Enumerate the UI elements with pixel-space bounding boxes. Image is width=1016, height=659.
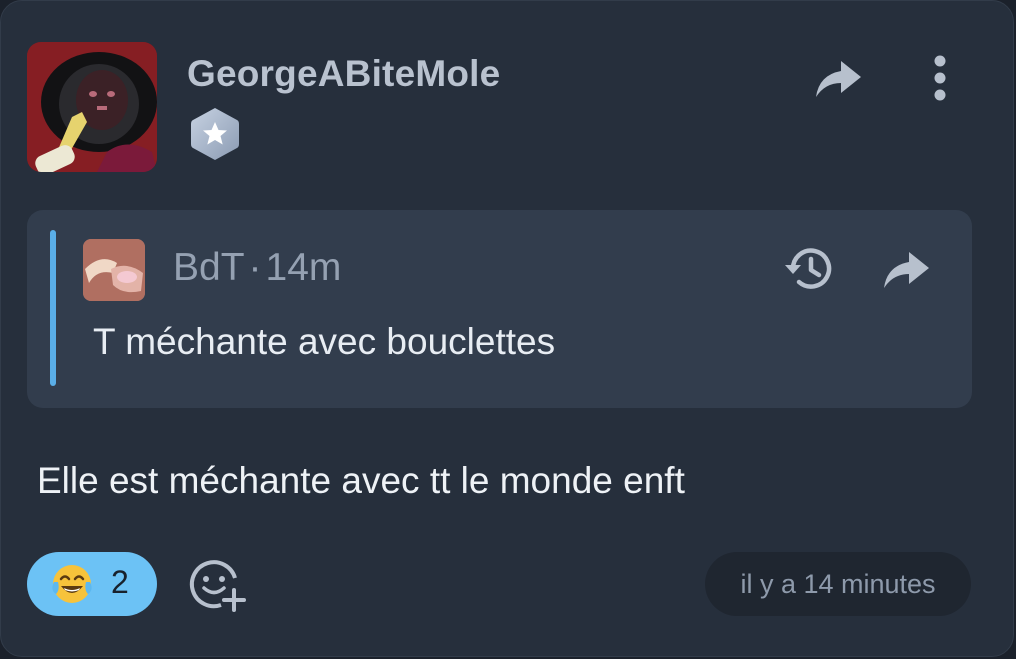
timestamp-pill: il y a 14 minutes [705, 552, 971, 616]
add-reaction-icon[interactable] [187, 554, 247, 614]
quote-separator: · [248, 246, 262, 289]
quote-meta: BdT · 14m [173, 246, 341, 290]
author-avatar[interactable] [27, 42, 157, 172]
quote-accent-bar [50, 230, 56, 386]
history-icon[interactable] [781, 243, 839, 295]
quote-author-avatar[interactable] [83, 239, 145, 301]
reaction-count: 2 [111, 564, 129, 600]
quoted-message[interactable]: BdT · 14m T méchante avec bouclettes [27, 210, 972, 408]
tears-of-joy-emoji-icon [50, 562, 94, 606]
message-text: Elle est méchante avec tt le monde enft [37, 460, 685, 501]
quote-share-icon[interactable] [881, 248, 931, 292]
quote-text: T méchante avec bouclettes [93, 321, 556, 362]
quote-time: 14m [265, 246, 342, 289]
share-icon[interactable] [813, 57, 863, 101]
quote-author[interactable]: BdT [173, 246, 245, 289]
message-card: GeorgeABiteMole BdT · 14m T méchante ave… [0, 0, 1014, 657]
more-options-icon[interactable] [926, 53, 954, 103]
star-badge-icon [187, 106, 243, 162]
author-name[interactable]: GeorgeABiteMole [187, 53, 500, 95]
reaction-chip[interactable]: 2 [27, 552, 157, 616]
